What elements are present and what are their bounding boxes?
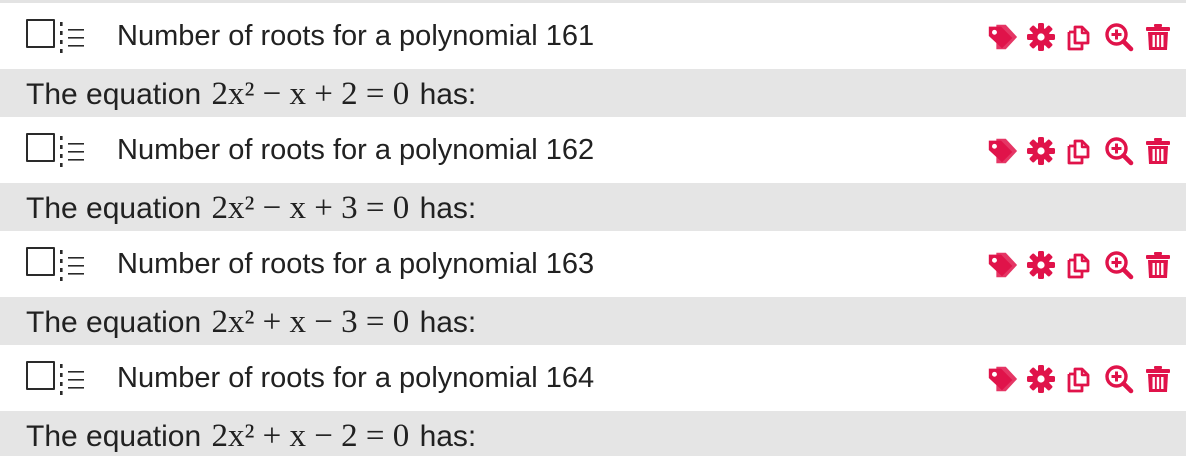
question-actions [979,134,1174,168]
question-actions [979,362,1174,396]
gear-icon[interactable] [1025,135,1057,167]
tag-icon[interactable] [986,363,1018,395]
statement-prefix: The equation [26,420,202,453]
trash-icon[interactable] [1142,363,1174,395]
question-statement-row: The equation 2x² + x − 2 = 0 has: [0,411,1186,456]
question-statement-row: The equation 2x² + x − 3 = 0 has: [0,297,1186,345]
question-actions [979,248,1174,282]
gear-icon[interactable] [1025,249,1057,281]
drag-handle-icon[interactable] [60,363,88,395]
question-title[interactable]: Number of roots for a polynomial 164 [117,345,594,411]
equation: 2x² − x + 3 = 0 [211,190,410,226]
drag-handle-icon[interactable] [60,249,88,281]
question-statement-row: The equation 2x² − x + 3 = 0 has: [0,183,1186,231]
tag-icon[interactable] [986,135,1018,167]
copy-icon[interactable] [1064,21,1096,53]
equation: 2x² − x + 2 = 0 [211,76,410,112]
trash-icon[interactable] [1142,249,1174,281]
zoom-in-icon[interactable] [1103,135,1135,167]
question-item: Number of roots for a polynomial 163 The… [0,231,1186,345]
copy-icon[interactable] [1064,135,1096,167]
select-checkbox[interactable] [26,133,55,162]
tag-icon[interactable] [986,21,1018,53]
select-checkbox[interactable] [26,19,55,48]
statement-suffix: has: [419,420,477,453]
trash-icon[interactable] [1142,135,1174,167]
question-header: Number of roots for a polynomial 164 [0,345,1186,411]
question-item: Number of roots for a polynomial 164 The… [0,345,1186,456]
statement-suffix: has: [419,192,477,225]
question-list: Number of roots for a polynomial 161 The… [0,3,1186,456]
copy-icon[interactable] [1064,363,1096,395]
zoom-in-icon[interactable] [1103,21,1135,53]
tag-icon[interactable] [986,249,1018,281]
question-title[interactable]: Number of roots for a polynomial 163 [117,231,594,297]
question-title[interactable]: Number of roots for a polynomial 161 [117,3,594,69]
question-item: Number of roots for a polynomial 161 The… [0,3,1186,117]
gear-icon[interactable] [1025,363,1057,395]
gear-icon[interactable] [1025,21,1057,53]
drag-handle-icon[interactable] [60,135,88,167]
question-item: Number of roots for a polynomial 162 The… [0,117,1186,231]
equation: 2x² + x − 2 = 0 [211,418,410,454]
select-checkbox[interactable] [26,247,55,276]
zoom-in-icon[interactable] [1103,363,1135,395]
zoom-in-icon[interactable] [1103,249,1135,281]
statement-suffix: has: [419,78,477,111]
statement-prefix: The equation [26,192,202,225]
statement-suffix: has: [419,306,477,339]
question-header: Number of roots for a polynomial 162 [0,117,1186,183]
question-statement: The equation 2x² − x + 2 = 0 has: [26,69,476,117]
question-statement: The equation 2x² − x + 3 = 0 has: [26,183,476,231]
question-actions [979,20,1174,54]
select-checkbox[interactable] [26,361,55,390]
copy-icon[interactable] [1064,249,1096,281]
question-title[interactable]: Number of roots for a polynomial 162 [117,117,594,183]
equation: 2x² + x − 3 = 0 [211,304,410,340]
question-statement: The equation 2x² + x − 3 = 0 has: [26,297,476,345]
statement-prefix: The equation [26,306,202,339]
question-statement-row: The equation 2x² − x + 2 = 0 has: [0,69,1186,117]
trash-icon[interactable] [1142,21,1174,53]
question-header: Number of roots for a polynomial 161 [0,3,1186,69]
question-header: Number of roots for a polynomial 163 [0,231,1186,297]
statement-prefix: The equation [26,78,202,111]
drag-handle-icon[interactable] [60,21,88,53]
question-statement: The equation 2x² + x − 2 = 0 has: [26,411,476,456]
